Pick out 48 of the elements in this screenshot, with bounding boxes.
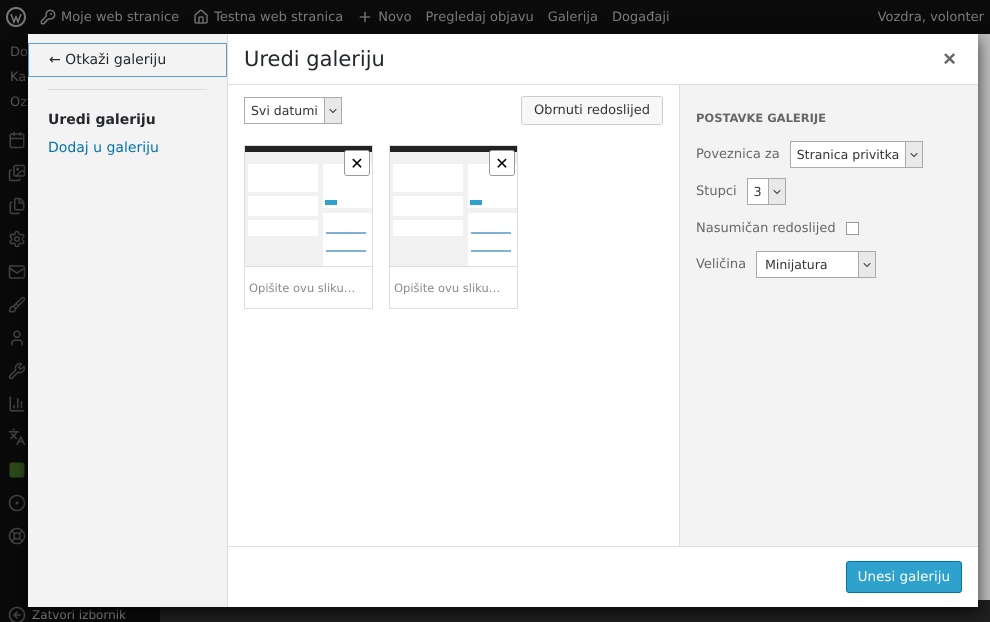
admin-bar-link[interactable]: Testna web stranica	[214, 10, 344, 24]
modal-menu-item[interactable]: Uredi galeriju	[28, 106, 227, 134]
columns-select[interactable]: 3	[746, 178, 786, 205]
translate-icon[interactable]	[8, 428, 26, 446]
attachment-thumbnail[interactable]: ✕ Opišite ovu sliku…	[389, 145, 518, 309]
columns-label: Stupci	[696, 184, 737, 199]
cancel-gallery-link[interactable]: ← Otkaži galeriju	[28, 43, 227, 77]
brush-icon[interactable]	[8, 296, 26, 314]
modal-title: Uredi galeriju	[244, 47, 385, 71]
key-icon	[40, 9, 56, 25]
lifebuoy-icon[interactable]	[8, 526, 26, 544]
admin-bar-link[interactable]: Novo	[378, 10, 412, 24]
admin-bar-link[interactable]: Moje web stranice	[61, 10, 180, 24]
gear-icon[interactable]	[8, 230, 26, 248]
caption-field[interactable]: Opišite ovu sliku…	[245, 266, 372, 308]
close-button[interactable]: ×	[937, 45, 962, 73]
reverse-order-button[interactable]: Obrnuti redoslijed	[520, 96, 663, 125]
square-icon[interactable]	[8, 460, 26, 478]
admin-bar-link[interactable]: Galerija	[548, 10, 598, 24]
calendar-icon[interactable]	[8, 130, 26, 148]
logo-icon[interactable]	[6, 7, 26, 27]
size-select[interactable]: Minijatura	[756, 251, 876, 278]
wrench-icon[interactable]	[8, 362, 26, 380]
circle-icon[interactable]	[8, 494, 26, 512]
collapse-icon[interactable]	[8, 606, 26, 622]
chart-icon[interactable]	[8, 394, 26, 412]
mail-icon[interactable]	[8, 262, 26, 280]
caption-field[interactable]: Opišite ovu sliku…	[390, 266, 517, 308]
remove-button[interactable]: ✕	[489, 150, 515, 176]
attachment-thumbnail[interactable]: ✕ Opišite ovu sliku…	[244, 145, 373, 309]
remove-button[interactable]: ✕	[344, 150, 370, 176]
date-filter-select[interactable]: Svi datumi	[244, 97, 342, 124]
pages-icon[interactable]	[8, 196, 26, 214]
home-icon	[193, 9, 210, 25]
modal-menu-item[interactable]: Dodaj u galeriju	[28, 134, 227, 162]
link-select[interactable]: Stranica privitka	[790, 141, 924, 168]
size-label: Veličina	[696, 257, 746, 272]
random-order-label: Nasumičan redoslijed	[696, 220, 836, 236]
random-order-checkbox[interactable]	[846, 222, 859, 234]
link-label: Poveznica za	[696, 147, 780, 162]
account-link[interactable]: Vozdra, volonter	[878, 10, 984, 24]
user-icon[interactable]	[8, 328, 26, 346]
images-icon[interactable]	[8, 164, 26, 182]
admin-bar-link[interactable]: Događaji	[612, 10, 670, 24]
collapse-menu-link[interactable]: Zatvori izbornik	[32, 608, 126, 622]
admin-bar-link[interactable]: Pregledaj objavu	[426, 10, 534, 24]
settings-heading: POSTAVKE GALERIJE	[696, 111, 828, 125]
insert-gallery-button[interactable]: Unesi galeriju	[846, 561, 962, 593]
